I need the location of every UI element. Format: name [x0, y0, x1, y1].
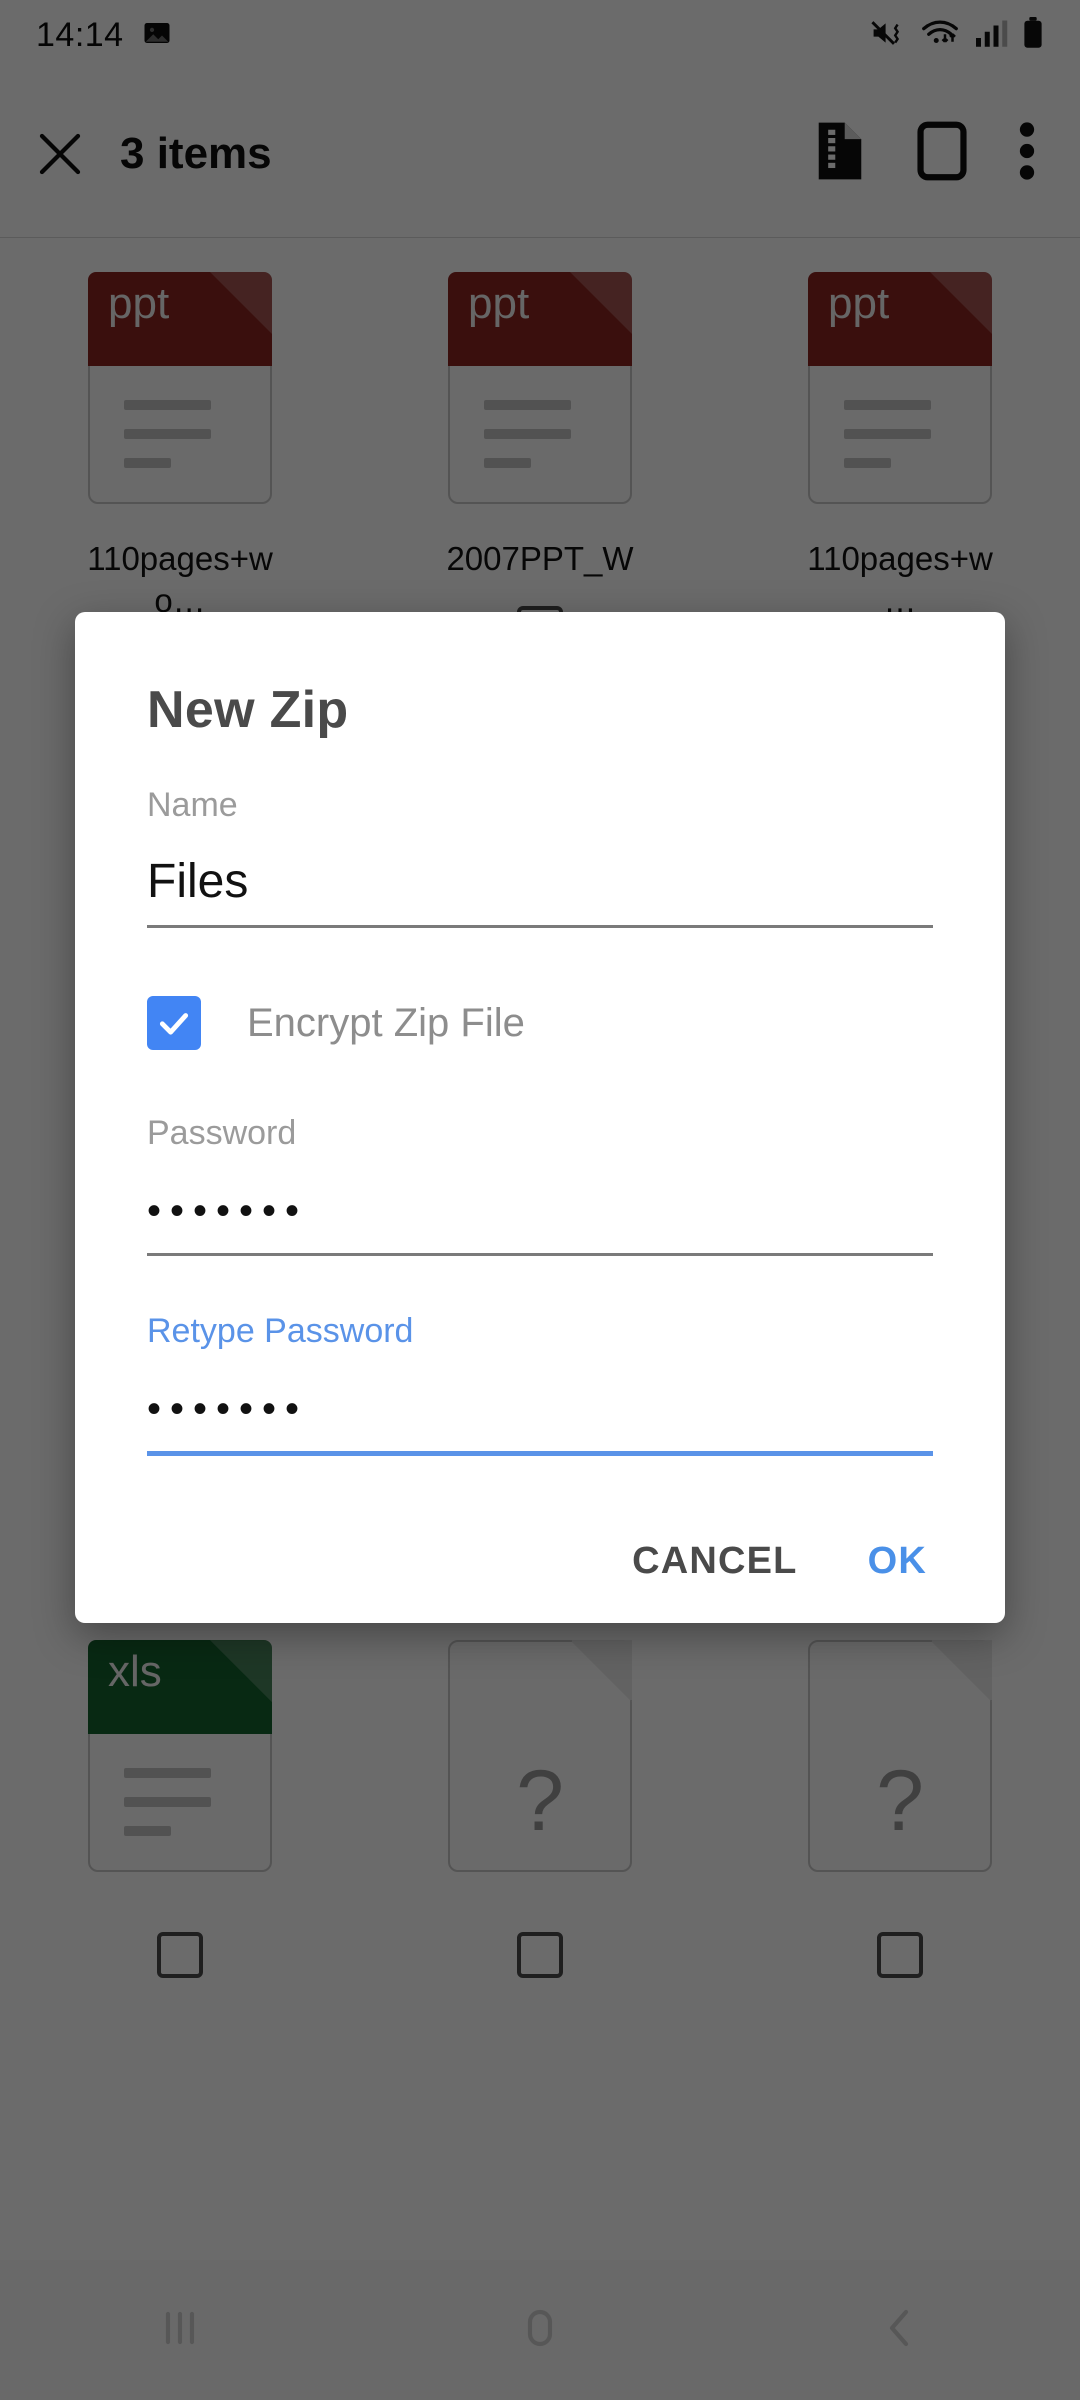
password-field-group: Password ••••••• — [75, 1114, 1005, 1256]
password-field-underline — [147, 1253, 933, 1256]
encrypt-checkbox[interactable] — [147, 996, 201, 1050]
retype-password-input[interactable]: ••••••• — [147, 1375, 933, 1437]
encrypt-checkbox-label: Encrypt Zip File — [247, 1000, 525, 1045]
name-input[interactable]: Files — [147, 847, 933, 909]
ok-button[interactable]: OK — [868, 1540, 927, 1583]
cancel-button[interactable]: CANCEL — [632, 1540, 798, 1583]
name-field-label: Name — [147, 786, 238, 824]
retype-password-field-label: Retype Password — [147, 1312, 414, 1350]
dialog-title: New Zip — [147, 681, 349, 739]
retype-password-field-group: Retype Password ••••••• — [75, 1312, 1005, 1456]
name-field-group: Name Files — [75, 786, 1005, 928]
password-field-label: Password — [147, 1114, 297, 1152]
encrypt-zip-checkbox-row[interactable]: Encrypt Zip File — [75, 996, 1005, 1050]
new-zip-dialog: New Zip Name Files Encrypt Zip File Pass… — [75, 612, 1005, 1623]
password-input[interactable]: ••••••• — [147, 1177, 933, 1239]
dialog-actions: CANCEL OK — [75, 1456, 1005, 1593]
name-field-underline — [147, 925, 933, 928]
